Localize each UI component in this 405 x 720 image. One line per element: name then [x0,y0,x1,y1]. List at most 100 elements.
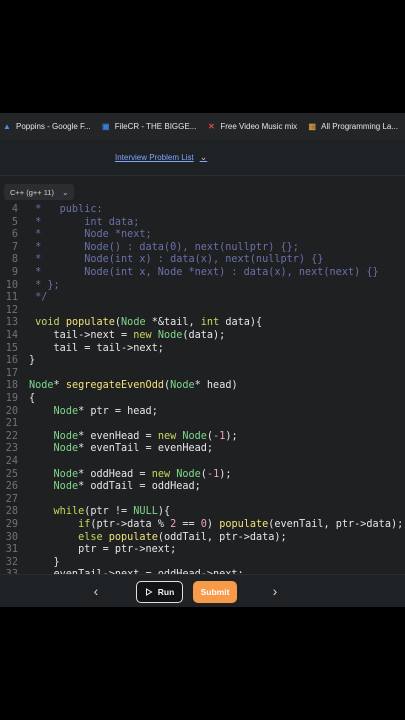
line-number: 6 [11,229,18,241]
code-text: else populate(oddTail, ptr->data); [78,531,287,543]
code-line: 11 */ [0,292,405,305]
line-number: 20 [5,405,18,417]
line-number: 25 [5,468,18,480]
prev-arrow-icon[interactable]: ‹ [89,583,103,599]
bookmark-poppins[interactable]: ▲ Poppins - Google F... [2,122,91,132]
line-number: 19 [5,393,18,404]
line-number: 11 [5,292,18,304]
code-text: Node* evenTail = evenHead; [53,443,214,455]
bookmark-filecr[interactable]: ▣ FileCR - THE BIGGE... [101,122,197,132]
code-text: * Node(int x) : data(x), next(nullptr) {… [29,254,324,266]
run-label: Run [157,587,175,597]
code-text: ptr = ptr->next; [29,544,177,556]
code-line: 22 Node* evenHead = new Node(-1); [0,431,405,444]
code-line: 7 * Node() : data(0), next(nullptr) {}; [0,242,405,255]
code-text: */ [29,292,48,304]
bookmark-label: Free Video Music mix [220,122,298,131]
bookmarks-bar: ▲ Poppins - Google F... ▣ FileCR - THE B… [0,113,405,140]
code-line: 6 * Node *next; [0,229,405,242]
code-line: 31 ptr = ptr->next; [0,544,405,557]
bookmark-label: FileCR - THE BIGGE... [114,122,197,131]
code-line: 27 [0,494,405,507]
line-number: 16 [5,355,18,367]
code-text: } [29,556,60,568]
run-button[interactable]: Run [136,581,183,603]
code-text: void populate(Node *&tail, int data){ [35,317,263,329]
code-editor[interactable]: 4 * public: 5 * int data; 6 * Node *next; 7… [0,204,405,574]
code-line: 16} [0,355,405,368]
language-select[interactable]: C++ (g++ 11) ⌄ [4,184,75,200]
code-line: 4 * public: [0,204,405,217]
line-number: 26 [5,481,18,493]
code-text: { [29,393,36,404]
line-number: 10 [5,279,18,291]
chevron-down-icon: ⌄ [62,187,69,197]
bookmark-label: All Programming La... [321,122,399,131]
code-line: 18 Node* segregateEvenOdd(Node* head) [0,380,405,393]
line-number: 27 [5,493,18,505]
code-text: Node* oddTail = oddHead; [53,481,201,493]
letterbox-bottom [0,607,405,720]
code-line: 26 Node* oddTail = oddHead; [0,481,405,494]
bookmark-free-video-music[interactable]: ✕ Free Video Music mix [206,122,297,132]
code-text: } [29,355,36,367]
line-number: 18 [5,380,18,392]
line-number: 4 [11,204,18,215]
code-line: 28 while(ptr != NULL){ [0,506,405,519]
line-number: 12 [5,304,18,316]
line-number: 14 [5,330,18,341]
problem-list-link[interactable]: Interview Problem List ⌄ [115,152,207,163]
code-line: 29 if(ptr->data % 2 == 0) populate(evenT… [0,519,405,532]
code-text: * Node(int x, Node *next) : data(x), nex… [29,267,379,278]
code-line: 32 } [0,557,405,570]
bookmark-label: Poppins - Google F... [16,122,91,131]
code-line: 13 void populate(Node *&tail, int data){ [0,317,405,330]
code-line: 10 * }; [0,280,405,293]
code-text: Node* oddHead = new Node(-1); [53,468,232,480]
code-text: * public: [29,204,103,215]
line-number: 15 [5,342,18,354]
code-line: 8 * Node(int x) : data(x), next(nullptr)… [0,254,405,267]
line-number: 24 [5,456,18,467]
chevron-down-icon: ⌄ [199,152,208,162]
line-number: 22 [5,430,18,442]
code-line: 30 else populate(oddTail, ptr->data); [0,532,405,545]
editor-toolbar: C++ (g++ 11) ⌄ [0,179,405,205]
browser-screen: ▲ Poppins - Google F... ▣ FileCR - THE B… [0,113,405,607]
code-text: tail->next = new Node(data); [29,330,226,341]
code-line: 21 [0,418,405,431]
line-number: 28 [5,506,18,518]
line-number: 13 [5,317,18,329]
line-number: 8 [11,254,18,266]
code-text: * Node *next; [29,229,152,241]
play-icon [145,588,153,596]
filecr-icon: ▣ [101,122,110,131]
code-text: tail = tail->next; [29,342,164,354]
code-line: 5 * int data; [0,217,405,230]
code-line: 24 [0,456,405,469]
fvm-icon: ✕ [208,122,215,131]
code-line: 17 [0,368,405,381]
code-line: 15 tail = tail->next; [0,343,405,356]
letterbox-top [0,0,405,113]
bookmark-all-programming[interactable]: ▥ All Programming La... [307,122,398,132]
line-number: 31 [5,544,18,556]
site-header: Interview Problem List ⌄ [0,140,405,176]
code-text: while(ptr != NULL){ [53,506,171,518]
submit-button[interactable]: Submit [193,581,237,603]
line-number: 5 [11,216,18,228]
code-text: Node* ptr = head; [53,405,158,417]
line-number: 23 [5,443,18,455]
line-number: 30 [5,531,18,543]
code-line: 23 Node* evenTail = evenHead; [0,443,405,456]
code-text: if(ptr->data % 2 == 0) populate(evenTail… [78,519,404,530]
code-line: 25 Node* oddHead = new Node(-1); [0,469,405,482]
line-number: 29 [5,519,18,530]
code-text: Node* segregateEvenOdd(Node* head) [29,380,238,392]
code-text: * Node() : data(0), next(nullptr) {}; [29,241,299,253]
code-text: Node* evenHead = new Node(-1); [53,430,238,442]
line-number: 7 [11,241,18,253]
submit-label: Submit [200,587,230,597]
next-arrow-icon[interactable]: › [268,583,282,599]
code-line: 19 { [0,393,405,406]
